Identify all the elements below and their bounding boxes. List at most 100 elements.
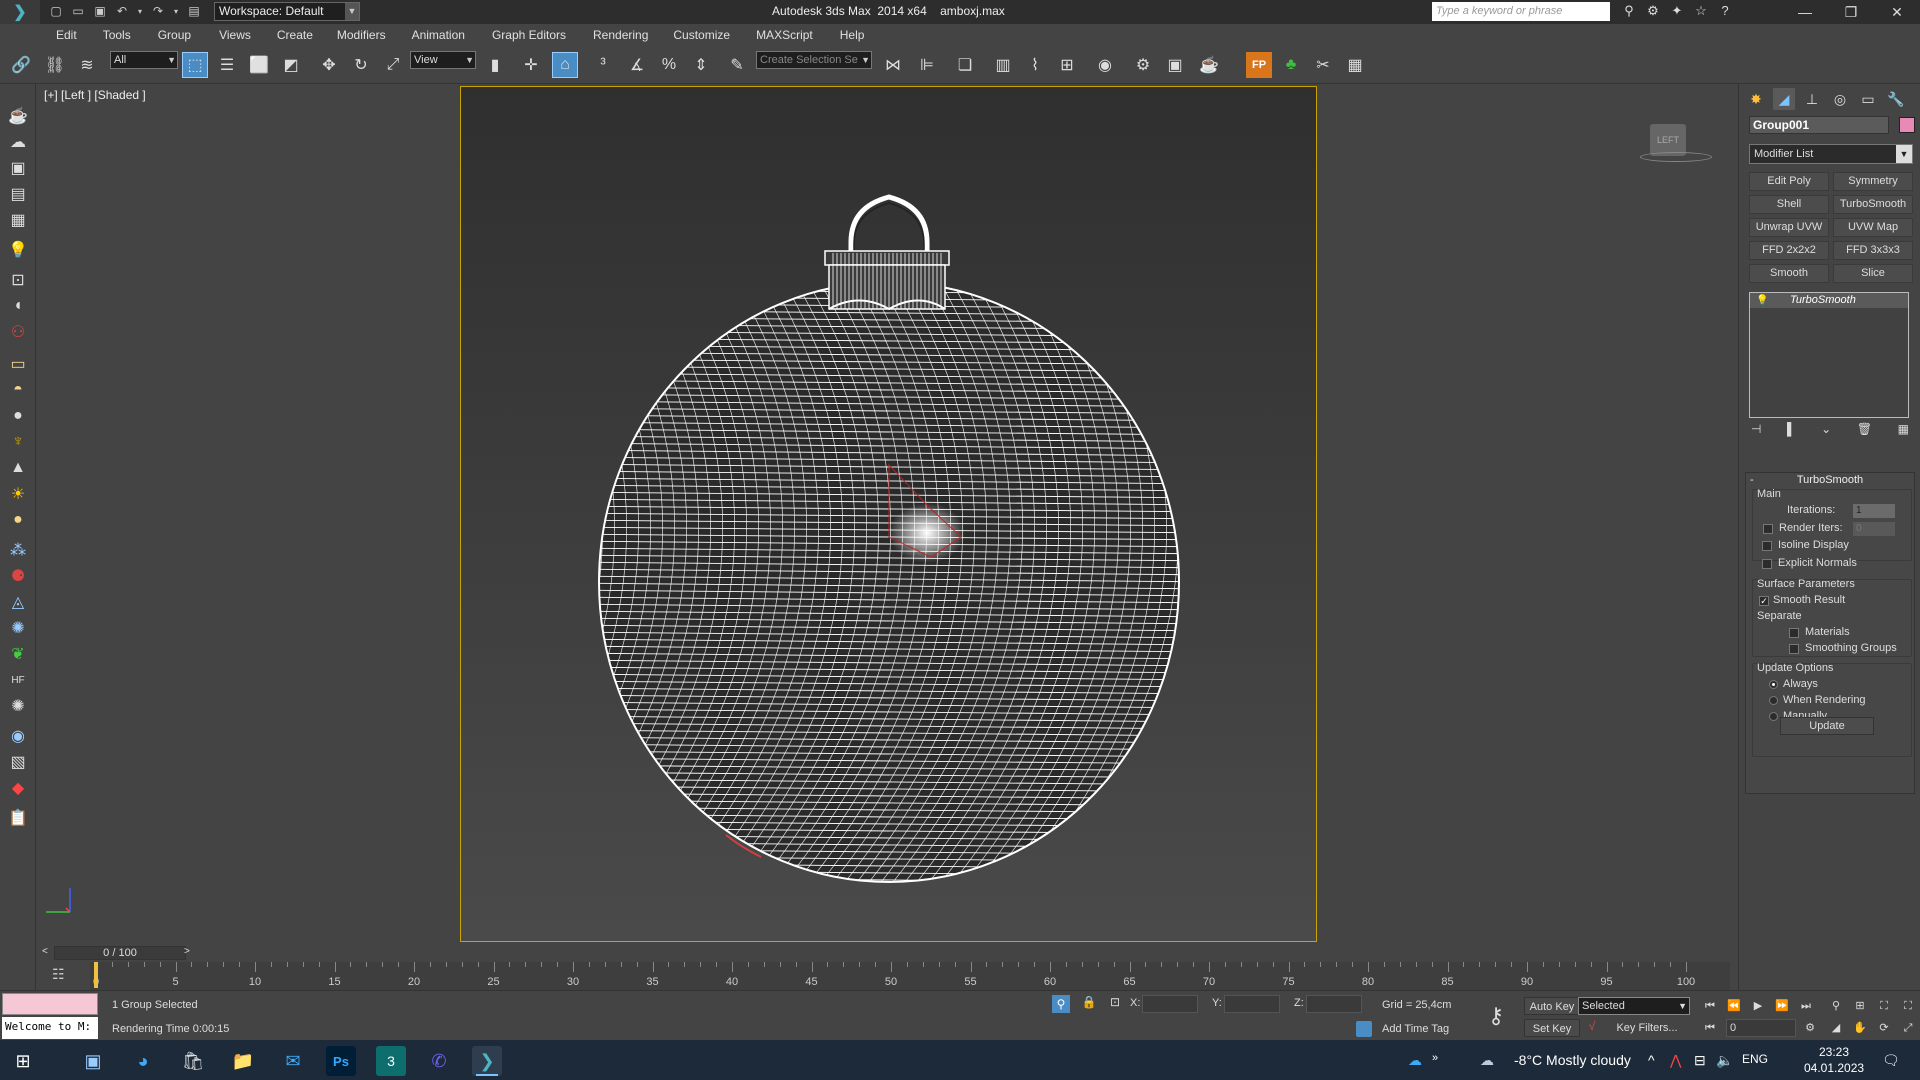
- calculator-icon[interactable]: ▦: [1342, 52, 1368, 78]
- photoshop-icon[interactable]: Ps: [326, 1046, 356, 1076]
- gear-icon[interactable]: ✺: [6, 616, 30, 640]
- favorites-star-icon[interactable]: ☆: [1692, 3, 1710, 21]
- dynamics-icon[interactable]: ⚈: [6, 564, 30, 588]
- absolute-mode-icon[interactable]: ⊡: [1106, 995, 1124, 1013]
- particles-icon[interactable]: ⁂: [6, 538, 30, 562]
- minimize-button[interactable]: —: [1782, 0, 1828, 24]
- menu-group[interactable]: Group: [158, 28, 191, 42]
- smooth-button[interactable]: Smooth: [1749, 264, 1829, 283]
- sound-icon[interactable]: ◖: [6, 294, 30, 318]
- maximize-viewport-icon[interactable]: ⤢: [1898, 1019, 1918, 1037]
- clipboard-icon[interactable]: 📋: [6, 806, 30, 830]
- search-input[interactable]: Type a keyword or phrase: [1432, 2, 1610, 21]
- render-setup-icon[interactable]: ⚙: [1130, 52, 1156, 78]
- play-icon[interactable]: ▶: [1748, 997, 1768, 1015]
- tools-icon[interactable]: ✂: [1310, 52, 1336, 78]
- maxscript-input[interactable]: Welcome to M:: [2, 1017, 98, 1039]
- sun-icon[interactable]: ☀: [6, 482, 30, 506]
- autodesk-tray-icon[interactable]: ⋀: [1670, 1052, 1681, 1069]
- viber-icon[interactable]: ✆: [424, 1046, 454, 1076]
- weather-icon[interactable]: ☁: [1480, 1052, 1494, 1069]
- object-color-swatch[interactable]: [1899, 117, 1915, 133]
- time-slider[interactable]: 0 / 100: [54, 946, 186, 960]
- teapot-icon[interactable]: ☕: [6, 104, 30, 128]
- edge-browser-icon[interactable]: ◕: [128, 1046, 158, 1076]
- mirror-icon[interactable]: ⋈: [880, 52, 906, 78]
- 3ds-max-icon[interactable]: ❯: [472, 1046, 502, 1076]
- zoom-icon[interactable]: ⚲: [1826, 997, 1846, 1015]
- make-unique-icon[interactable]: ⌄: [1821, 422, 1831, 436]
- rollout-header[interactable]: - TurboSmooth: [1746, 473, 1914, 487]
- go-to-end-icon[interactable]: ⏭: [1796, 997, 1816, 1015]
- modifier-list-dropdown[interactable]: Modifier List ▼: [1749, 144, 1913, 164]
- stack-item-turbosmooth[interactable]: 💡 TurboSmooth: [1750, 293, 1908, 308]
- set-keys-key-icon[interactable]: ⚷: [1488, 1003, 1504, 1029]
- zoom-extents-icon[interactable]: ⛶: [1874, 997, 1894, 1015]
- manually-radio[interactable]: [1769, 712, 1778, 721]
- isolate-selection-icon[interactable]: ⚲: [1052, 995, 1070, 1013]
- zoom-all-icon[interactable]: ⊞: [1850, 997, 1870, 1015]
- iterations-spinner[interactable]: 1: [1853, 504, 1895, 518]
- always-radio[interactable]: [1769, 680, 1778, 689]
- cone-icon[interactable]: ▲: [6, 456, 30, 480]
- cloud-icon[interactable]: ☁: [6, 130, 30, 154]
- rendered-frame-window-icon[interactable]: ▣: [1162, 52, 1188, 78]
- undo-dropdown-icon[interactable]: ▾: [136, 3, 144, 19]
- select-manipulate-icon[interactable]: ✛: [518, 52, 544, 78]
- object-name-field[interactable]: Group001: [1749, 116, 1889, 134]
- app-logo-icon[interactable]: ❯: [0, 0, 40, 24]
- lightbulb-icon[interactable]: 💡: [1756, 293, 1768, 308]
- smooth-result-checkbox[interactable]: ✓: [1759, 596, 1769, 606]
- viewcube-compass[interactable]: [1640, 152, 1712, 162]
- align-icon[interactable]: ⊫: [914, 52, 940, 78]
- display-tab-icon[interactable]: ▭: [1857, 88, 1879, 110]
- task-view-icon[interactable]: ▣: [78, 1046, 108, 1076]
- uvw-map-button[interactable]: UVW Map: [1833, 218, 1913, 237]
- key-mode-toggle-icon[interactable]: ⏮: [1700, 1019, 1720, 1037]
- unwrap-uvw-button[interactable]: Unwrap UVW: [1749, 218, 1829, 237]
- next-frame-icon[interactable]: ⏩: [1772, 997, 1792, 1015]
- turbosmooth-button[interactable]: TurboSmooth: [1833, 195, 1913, 214]
- graphite-ribbon-icon[interactable]: ▥: [990, 52, 1016, 78]
- shell-button[interactable]: Shell: [1749, 195, 1829, 214]
- track-bar-toggle-icon[interactable]: ☷: [52, 966, 72, 984]
- field-of-view-icon[interactable]: ◢: [1826, 1019, 1846, 1037]
- remove-modifier-icon[interactable]: 🗑: [1857, 422, 1872, 436]
- save-icon[interactable]: ▣: [92, 3, 108, 19]
- render-iters-spinner[interactable]: 0: [1853, 522, 1895, 536]
- mail-icon[interactable]: ✉: [278, 1046, 308, 1076]
- move-icon[interactable]: ✥: [316, 52, 342, 78]
- menu-help[interactable]: Help: [840, 28, 865, 42]
- selection-region-icon[interactable]: ⬜: [246, 52, 272, 78]
- menu-modifiers[interactable]: Modifiers: [337, 28, 386, 42]
- redo-icon[interactable]: ↷: [150, 3, 166, 19]
- materials-checkbox[interactable]: [1789, 628, 1799, 638]
- grass-icon[interactable]: ❦: [6, 642, 30, 666]
- subscription-icon[interactable]: ⚙: [1644, 3, 1662, 21]
- configure-modifier-sets-icon[interactable]: ▦: [1898, 422, 1909, 436]
- set-key-button[interactable]: Set Key: [1524, 1019, 1580, 1037]
- time-next-icon[interactable]: >: [184, 946, 190, 957]
- menu-customize[interactable]: Customize: [673, 28, 730, 42]
- angle-snap-icon[interactable]: ∡: [624, 52, 650, 78]
- film-icon[interactable]: ⚇: [6, 320, 30, 344]
- new-file-icon[interactable]: ▢: [48, 3, 64, 19]
- current-frame-marker[interactable]: [94, 962, 98, 988]
- shell-icon[interactable]: ✺: [6, 694, 30, 718]
- onedrive-icon[interactable]: ☁: [1408, 1052, 1422, 1069]
- communication-icon[interactable]: ✦: [1668, 3, 1686, 21]
- link-icon[interactable]: 🔗: [8, 52, 34, 78]
- layer-manager-icon[interactable]: ❏: [952, 52, 978, 78]
- curve-editor-icon[interactable]: ⌇: [1022, 52, 1048, 78]
- network-icon[interactable]: ⊟: [1694, 1052, 1706, 1069]
- explicit-normals-checkbox[interactable]: [1762, 559, 1772, 569]
- hemisphere-icon[interactable]: ◓: [6, 378, 30, 402]
- x-coordinate-field[interactable]: [1142, 995, 1198, 1013]
- menu-views[interactable]: Views: [219, 28, 251, 42]
- active-viewport[interactable]: [460, 86, 1317, 942]
- project-folder-icon[interactable]: ▤: [186, 3, 202, 19]
- weather-text[interactable]: -8°C Mostly cloudy: [1514, 1052, 1631, 1068]
- plane-icon[interactable]: ▭: [6, 352, 30, 376]
- orbit-icon[interactable]: ⟳: [1874, 1019, 1894, 1037]
- smoothing-groups-checkbox[interactable]: [1789, 644, 1799, 654]
